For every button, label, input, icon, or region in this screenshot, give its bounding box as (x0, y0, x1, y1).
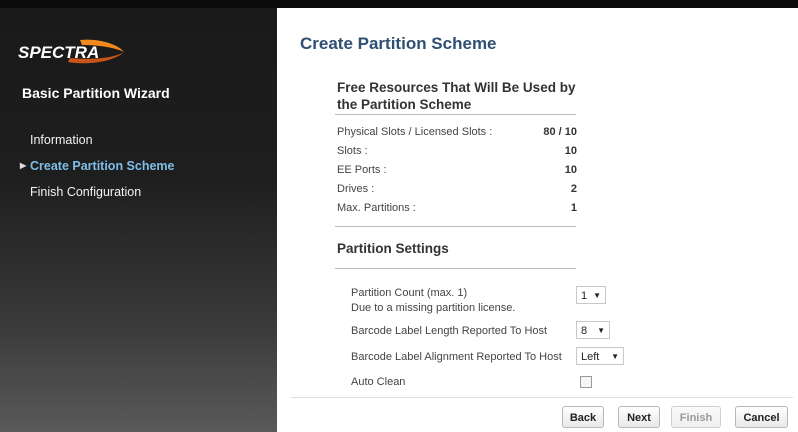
wizard-title: Basic Partition Wizard (22, 85, 170, 101)
page-title: Create Partition Scheme (300, 34, 497, 53)
auto-clean-label: Auto Clean (351, 376, 406, 388)
barcode-length-select[interactable]: 8 ▼ (576, 321, 610, 339)
resource-label: Max. Partitions : (337, 202, 416, 214)
settings-section-title: Partition Settings (337, 241, 449, 256)
nav-item-label: Create Partition Scheme (30, 159, 175, 173)
divider (335, 114, 576, 115)
top-border (0, 0, 798, 8)
next-button[interactable]: Next (618, 406, 660, 428)
cancel-button[interactable]: Cancel (735, 406, 788, 428)
partition-count-note: Due to a missing partition license. (351, 302, 516, 314)
resource-row: Physical Slots / Licensed Slots : 80 / 1… (337, 126, 577, 142)
back-button[interactable]: Back (562, 406, 604, 428)
partition-count-value: 1 (581, 290, 588, 302)
resource-value: 10 (564, 164, 577, 176)
main-content: Create Partition Scheme Free Resources T… (277, 8, 798, 432)
resource-value: 1 (570, 202, 577, 214)
partition-count-select[interactable]: 1 ▼ (576, 286, 606, 304)
resource-value: 2 (570, 183, 577, 195)
chevron-down-icon: ▼ (597, 326, 605, 335)
chevron-down-icon: ▼ (611, 352, 619, 361)
footer-divider (291, 397, 793, 398)
resource-label: Drives : (337, 183, 375, 195)
resource-row: Slots : 10 (337, 145, 577, 161)
auto-clean-checkbox[interactable] (580, 376, 592, 388)
resource-row: EE Ports : 10 (337, 164, 577, 180)
resource-value: 10 (564, 145, 577, 157)
chevron-down-icon: ▼ (593, 291, 601, 300)
divider (335, 268, 576, 269)
resource-label: EE Ports : (337, 164, 387, 176)
current-step-arrow-icon: ▶ (20, 161, 27, 170)
partition-count-label: Partition Count (max. 1) (351, 287, 468, 299)
barcode-alignment-label: Barcode Label Alignment Reported To Host (351, 351, 562, 363)
divider (335, 226, 576, 227)
nav-item-information[interactable]: Information (0, 131, 277, 157)
resource-label: Physical Slots / Licensed Slots : (337, 126, 493, 138)
nav-item-finish-configuration[interactable]: Finish Configuration (0, 183, 277, 209)
barcode-length-value: 8 (581, 325, 588, 337)
resource-value: 80 / 10 (543, 126, 577, 138)
svg-text:SPECTRA: SPECTRA (18, 43, 99, 62)
resource-label: Slots : (337, 145, 368, 157)
resource-row: Max. Partitions : 1 (337, 202, 577, 218)
barcode-alignment-value: Left (581, 351, 600, 363)
barcode-alignment-select[interactable]: Left ▼ (576, 347, 624, 365)
barcode-length-label: Barcode Label Length Reported To Host (351, 325, 548, 337)
sidebar: SPECTRA Basic Partition Wizard Informati… (0, 8, 277, 432)
resources-section-title: Free Resources That Will Be Used by the … (337, 80, 576, 112)
spectra-logo: SPECTRA (18, 39, 124, 64)
nav-item-label: Finish Configuration (30, 185, 142, 199)
finish-button[interactable]: Finish (671, 406, 721, 428)
nav-item-create-partition-scheme[interactable]: ▶ Create Partition Scheme (0, 157, 277, 183)
wizard-steps-nav: Information ▶ Create Partition Scheme Fi… (0, 131, 277, 209)
resource-row: Drives : 2 (337, 183, 577, 199)
nav-item-label: Information (30, 133, 93, 147)
